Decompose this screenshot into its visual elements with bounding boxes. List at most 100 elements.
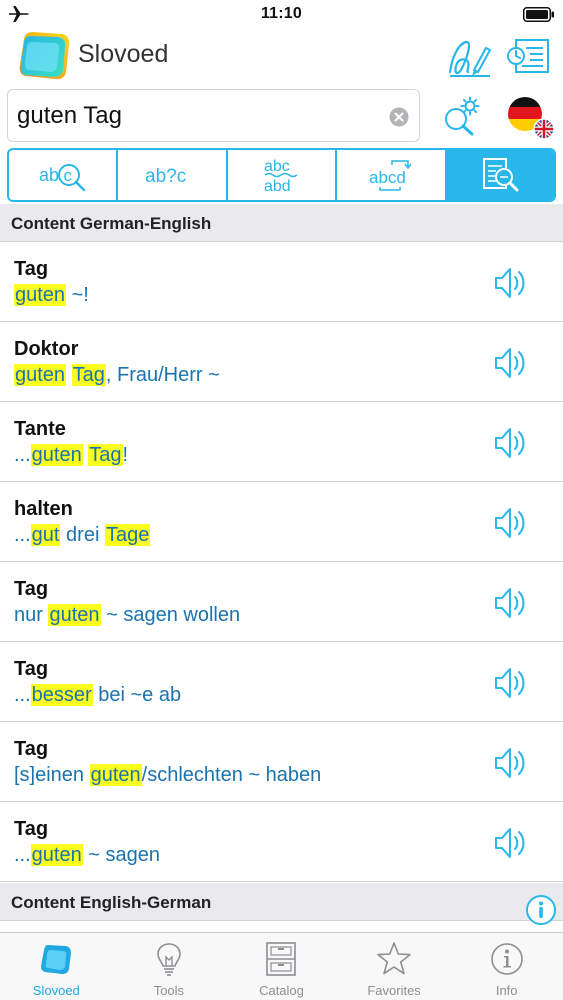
search-mode-tabs: ab c ab?c abc abd abcd <box>7 148 556 202</box>
headword: Tag <box>14 258 49 280</box>
highlighted-match: guten <box>30 844 83 866</box>
tab-fuzzy-search[interactable]: abc abd <box>228 150 338 200</box>
speaker-icon[interactable] <box>490 663 530 703</box>
phrase-text: bei ~e ab <box>92 684 182 706</box>
phrase-text: ... <box>14 684 31 706</box>
lightbulb-icon <box>157 943 181 976</box>
svg-text:c: c <box>63 166 72 185</box>
abc-magnifier-icon: ab c <box>39 164 85 192</box>
example-phrase: guten ~! <box>14 284 89 307</box>
tab-catalog[interactable]: Catalog <box>225 933 338 1000</box>
result-row[interactable]: Doktor guten Tag, Frau/Herr ~ <box>0 322 563 402</box>
tab-info[interactable]: Info <box>450 933 563 1000</box>
example-phrase: guten Tag, Frau/Herr ~ <box>14 364 220 387</box>
tab-anagram-search[interactable]: abcd <box>337 150 447 200</box>
ab-question-c-icon: ab?c <box>145 166 186 187</box>
highlighted-match: gut <box>30 524 61 546</box>
result-row[interactable]: halten ...gut drei Tage <box>0 482 563 562</box>
tab-wildcard-search[interactable]: ab?c <box>118 150 228 200</box>
phrase-text: ~ sagen <box>82 844 161 866</box>
example-phrase: ...besser bei ~e ab <box>14 684 181 707</box>
handwriting-icon[interactable] <box>446 36 492 78</box>
example-phrase: ...gut drei Tage <box>14 524 151 547</box>
slovoed-logo-icon <box>19 32 70 80</box>
clear-icon[interactable] <box>389 107 409 127</box>
search-box[interactable] <box>7 89 420 142</box>
slovoed-logo-icon <box>41 945 72 974</box>
speaker-icon[interactable] <box>490 823 530 863</box>
phrase-text: ~ sagen wollen <box>100 604 241 626</box>
result-list: Tag guten ~! Doktor guten Tag, Frau/Herr ~ T… <box>0 242 563 882</box>
tab-slovoed[interactable]: Slovoed <box>0 933 113 1000</box>
speaker-icon[interactable] <box>490 263 530 303</box>
phrase-text: drei <box>60 524 105 546</box>
svg-text:ab?c: ab?c <box>145 166 186 187</box>
abc-swap-icon: abcd <box>369 160 412 191</box>
speaker-icon[interactable] <box>490 583 530 623</box>
result-row[interactable]: Tag [s]einen guten/schlechten ~ haben <box>0 722 563 802</box>
section-title: Content German-English <box>11 214 212 233</box>
star-icon <box>377 942 411 975</box>
highlighted-match: guten <box>48 604 101 626</box>
headword: Tag <box>14 738 49 760</box>
speaker-icon[interactable] <box>490 743 530 783</box>
svg-text:abcd: abcd <box>369 168 406 187</box>
phrase-text: nur <box>14 604 49 626</box>
highlighted-match: guten <box>30 444 83 466</box>
search-settings-icon[interactable] <box>441 96 481 136</box>
result-row[interactable]: Tag guten ~! <box>0 242 563 322</box>
highlighted-match: Tag <box>71 364 106 386</box>
headword: halten <box>14 498 73 520</box>
tab-label: Slovoed <box>32 983 80 998</box>
headword: Doktor <box>14 338 79 360</box>
headword: Tante <box>14 418 66 440</box>
highlighted-match: besser <box>30 684 93 706</box>
cabinet-icon <box>266 942 297 976</box>
phrase-text: /schlechten ~ haben <box>141 764 322 786</box>
tab-label: Catalog <box>259 983 304 998</box>
example-phrase: ...guten Tag! <box>14 444 128 467</box>
svg-text:abd: abd <box>264 178 291 195</box>
highlighted-match: Tage <box>104 524 151 546</box>
history-icon[interactable] <box>506 38 552 76</box>
battery-icon <box>523 7 554 22</box>
result-row[interactable]: Tag ...besser bei ~e ab <box>0 642 563 722</box>
phrase-text: ... <box>14 844 31 866</box>
abc-abd-icon: abc abd <box>264 158 297 195</box>
tab-bar: Slovoed Tools Catalog Favorites Info <box>0 932 563 1000</box>
search-input[interactable] <box>17 100 377 132</box>
svg-text:ab: ab <box>39 165 59 185</box>
section-title: Content English-German <box>11 893 212 912</box>
result-row[interactable]: Tag ...guten ~ sagen <box>0 802 563 882</box>
tab-tools[interactable]: Tools <box>113 933 226 1000</box>
example-phrase: [s]einen guten/schlechten ~ haben <box>14 764 321 787</box>
result-row[interactable]: Tag nur guten ~ sagen wollen <box>0 562 563 642</box>
info-icon[interactable] <box>525 894 557 926</box>
highlighted-match: guten <box>14 284 67 306</box>
phrase-text: [s]einen <box>14 764 90 786</box>
info-icon <box>490 943 523 975</box>
document-magnifier-icon <box>483 158 519 192</box>
speaker-icon[interactable] <box>490 503 530 543</box>
tab-spelling-search[interactable]: ab c <box>9 150 119 200</box>
headword: Tag <box>14 818 49 840</box>
highlighted-match: guten <box>14 364 67 386</box>
tab-favorites[interactable]: Favorites <box>338 933 451 1000</box>
section-header-german-english: Content German-English <box>0 204 563 242</box>
result-row[interactable]: Tante ...guten Tag! <box>0 402 563 482</box>
example-phrase: nur guten ~ sagen wollen <box>14 604 240 627</box>
headword: Tag <box>14 578 49 600</box>
phrase-text: ... <box>14 444 31 466</box>
highlighted-match: Tag <box>88 444 123 466</box>
speaker-icon[interactable] <box>490 343 530 383</box>
phrase-text: , Frau/Herr ~ <box>105 364 220 386</box>
svg-text:abc: abc <box>264 158 290 175</box>
tab-label: Favorites <box>367 983 421 998</box>
phrase-text <box>66 364 72 386</box>
headword: Tag <box>14 658 49 680</box>
language-flag-icon[interactable] <box>505 94 555 140</box>
section-header-english-german: Content English-German <box>0 883 563 921</box>
tab-full-text-search[interactable] <box>446 150 554 200</box>
example-phrase: ...guten ~ sagen <box>14 844 160 867</box>
speaker-icon[interactable] <box>490 423 530 463</box>
